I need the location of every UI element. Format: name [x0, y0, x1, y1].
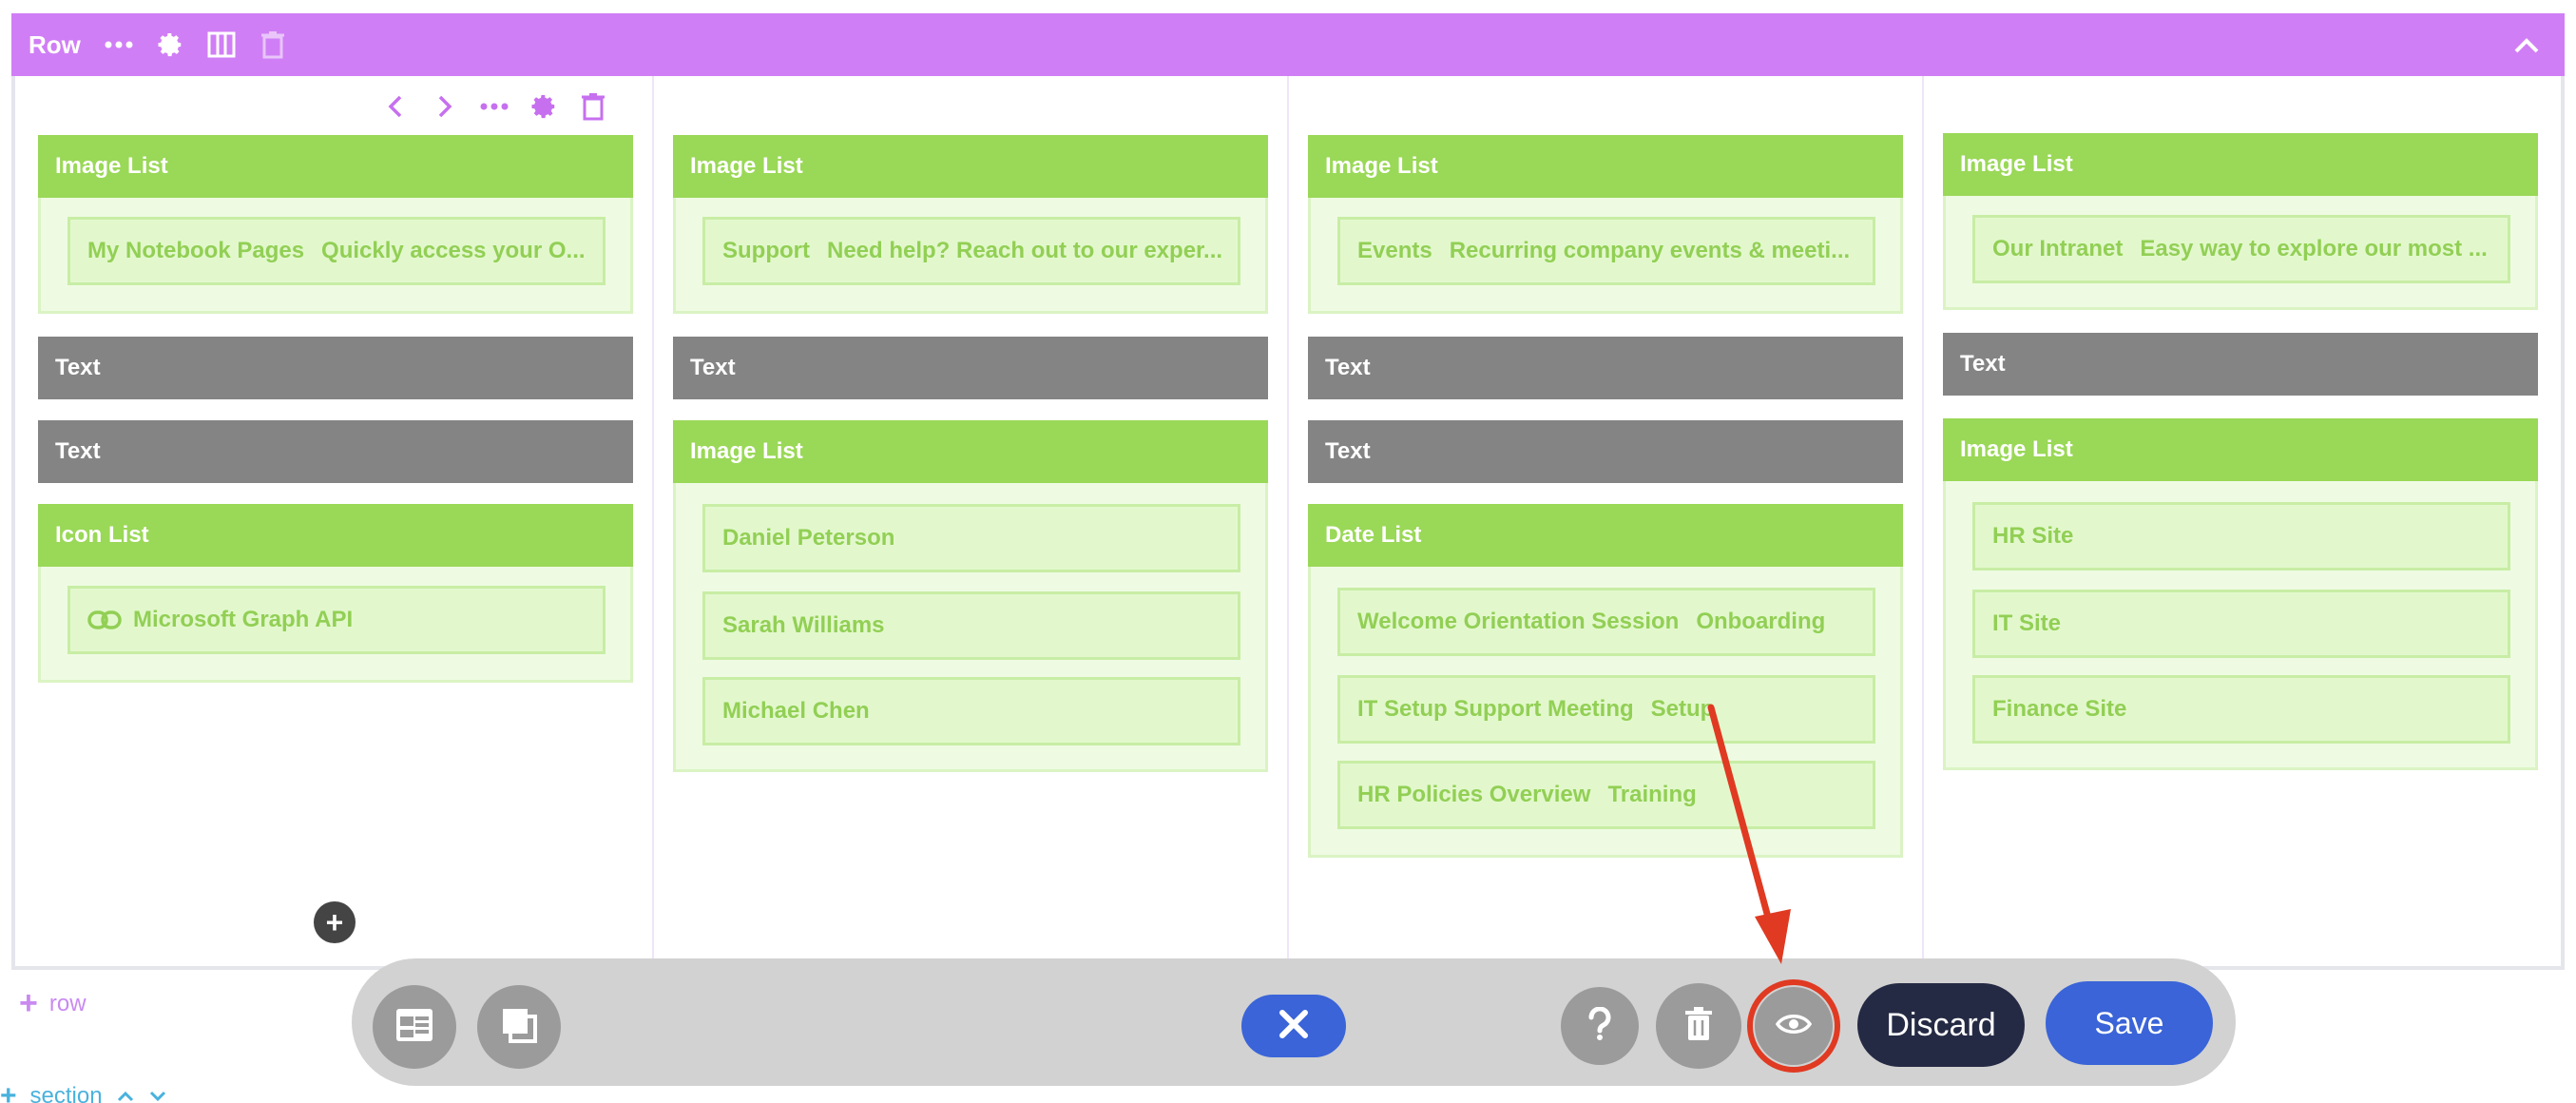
module-body: Support Need help? Reach out to our expe…	[673, 198, 1268, 314]
trash-icon	[1683, 1006, 1714, 1047]
close-button[interactable]	[1241, 995, 1346, 1057]
section-label[interactable]: section	[30, 1083, 103, 1103]
module-body: Our Intranet Easy way to explore our mos…	[1943, 196, 2538, 310]
help-button[interactable]	[1561, 987, 1639, 1065]
module-header-text[interactable]: Text	[38, 420, 633, 483]
discard-button[interactable]: Discard	[1857, 983, 2025, 1067]
layers-icon	[499, 1005, 539, 1050]
delete-column-icon[interactable]	[576, 89, 610, 124]
chevron-left-icon[interactable]	[378, 89, 413, 124]
module-body: HR Site IT Site Finance Site	[1943, 481, 2538, 770]
more-options-icon[interactable]	[477, 89, 511, 124]
plus-icon[interactable]: +	[0, 1080, 17, 1103]
add-row-label: row	[48, 990, 87, 1016]
module-header-image-list[interactable]: Image List	[38, 135, 633, 198]
list-item[interactable]: Daniel Peterson	[702, 504, 1240, 572]
list-item[interactable]: IT Setup Support Meeting Setup	[1337, 675, 1875, 744]
list-item[interactable]: IT Site	[1972, 590, 2510, 658]
layout-button[interactable]	[373, 985, 456, 1069]
close-icon	[1278, 1008, 1310, 1045]
columns-icon[interactable]	[204, 28, 239, 62]
module-header-text[interactable]: Text	[673, 337, 1268, 399]
delete-button[interactable]	[1656, 983, 1741, 1069]
module-header-text[interactable]: Text	[1308, 420, 1903, 483]
list-item[interactable]: Welcome Orientation Session Onboarding	[1337, 588, 1875, 656]
plus-icon: +	[19, 985, 38, 1021]
list-item[interactable]: Michael Chen	[702, 677, 1240, 745]
column-divider	[1922, 76, 1924, 960]
chevron-up-icon[interactable]	[116, 1083, 135, 1103]
editor-toolbar: Discard Save	[352, 958, 2236, 1086]
row-label: Row	[29, 29, 81, 59]
chevron-right-icon[interactable]	[428, 89, 462, 124]
list-item[interactable]: Our Intranet Easy way to explore our mos…	[1972, 215, 2510, 283]
collapse-row-icon[interactable]	[2509, 29, 2544, 63]
chevron-down-icon[interactable]	[148, 1083, 167, 1103]
module-header-image-list[interactable]: Image List	[1308, 135, 1903, 198]
module-header-image-list[interactable]: Image List	[1943, 418, 2538, 481]
link-icon	[87, 610, 122, 630]
save-button[interactable]: Save	[2046, 981, 2213, 1065]
list-item[interactable]: HR Policies Overview Training	[1337, 761, 1875, 829]
section-controls: + section	[0, 1080, 181, 1103]
column-toolbar	[378, 87, 625, 126]
module-body: Events Recurring company events & meeti.…	[1308, 198, 1903, 314]
module-header-image-list[interactable]: Image List	[673, 420, 1268, 483]
highlight-circle	[1747, 979, 1840, 1073]
module-body: Welcome Orientation Session Onboarding I…	[1308, 567, 1903, 858]
layers-button[interactable]	[477, 985, 561, 1069]
delete-row-icon[interactable]	[256, 28, 290, 62]
module-body: Microsoft Graph API	[38, 567, 633, 683]
module-header-text[interactable]: Text	[1943, 333, 2538, 396]
help-icon	[1586, 1005, 1614, 1046]
add-row-button[interactable]: + row	[19, 985, 87, 1022]
settings-gear-icon[interactable]	[153, 28, 187, 62]
module-header-image-list[interactable]: Image List	[1943, 133, 2538, 196]
module-body: My Notebook Pages Quickly access your O.…	[38, 198, 633, 314]
module-header-text[interactable]: Text	[38, 337, 633, 399]
layout-icon	[394, 1007, 434, 1048]
list-item[interactable]: Sarah Williams	[702, 591, 1240, 660]
module-body: Daniel Peterson Sarah Williams Michael C…	[673, 483, 1268, 772]
module-header-text[interactable]: Text	[1308, 337, 1903, 399]
column-divider	[1287, 76, 1289, 960]
row-toolbar: Row	[11, 13, 2565, 76]
list-item[interactable]: My Notebook Pages Quickly access your O.…	[67, 217, 606, 285]
list-item[interactable]: Support Need help? Reach out to our expe…	[702, 217, 1240, 285]
column-settings-gear-icon[interactable]	[527, 89, 561, 124]
list-item[interactable]: HR Site	[1972, 502, 2510, 571]
module-header-date-list[interactable]: Date List	[1308, 504, 1903, 567]
add-module-button[interactable]: +	[314, 901, 356, 943]
column-divider	[652, 76, 654, 960]
module-header-image-list[interactable]: Image List	[673, 135, 1268, 198]
list-item[interactable]: Microsoft Graph API	[67, 586, 606, 654]
more-options-icon[interactable]	[102, 28, 136, 62]
list-item[interactable]: Finance Site	[1972, 675, 2510, 744]
list-item[interactable]: Events Recurring company events & meeti.…	[1337, 217, 1875, 285]
module-header-icon-list[interactable]: Icon List	[38, 504, 633, 567]
